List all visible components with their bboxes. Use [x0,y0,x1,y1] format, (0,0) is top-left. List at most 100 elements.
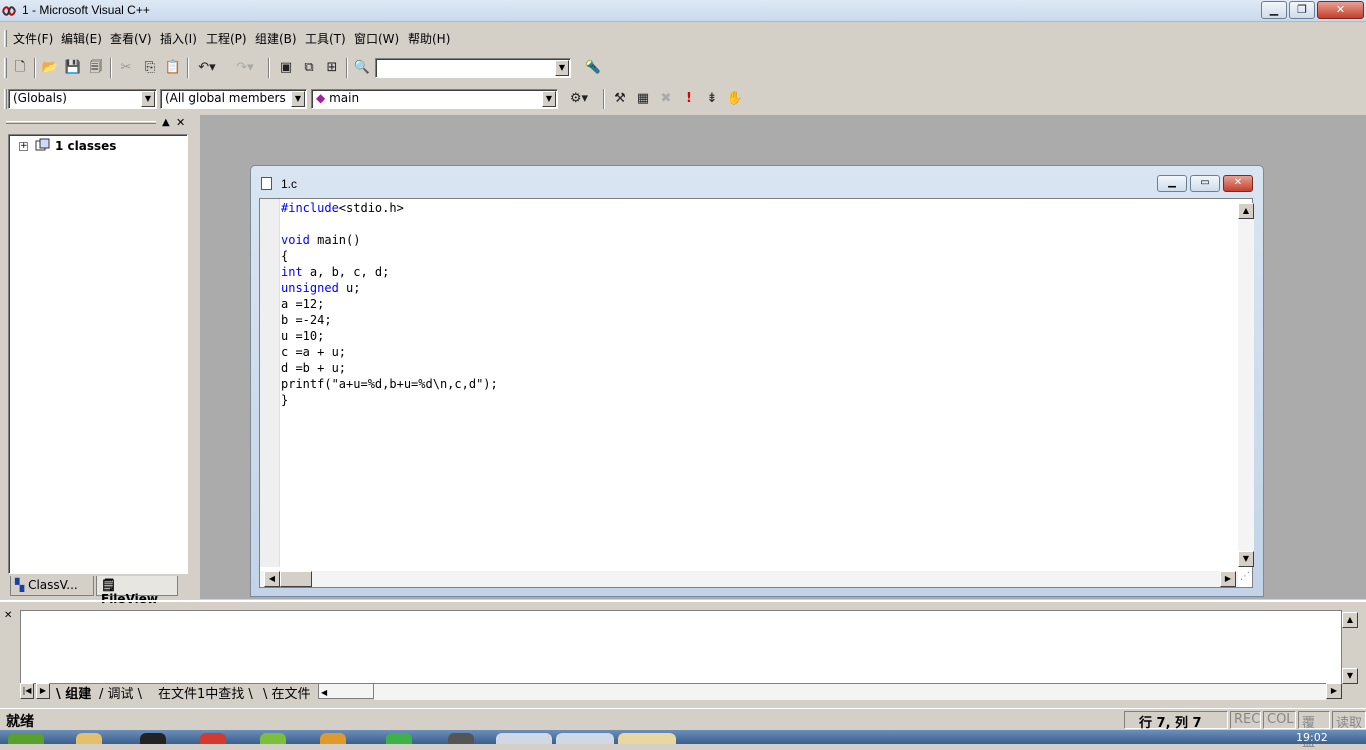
output-scroll-down-icon[interactable]: ▼ [1342,668,1358,684]
find-in-files-icon[interactable]: 🔍 [351,57,373,79]
output-tab-scroll-left-icon[interactable]: |◀ [20,683,34,699]
window-list-icon[interactable]: ⊞ [321,57,343,79]
child-minimize-button[interactable]: ▁ [1157,175,1187,192]
output-close-icon[interactable]: ✕ [4,610,12,621]
menu-help[interactable]: 帮助(H) [406,30,452,47]
close-button[interactable]: ✕ [1317,1,1364,19]
expand-icon[interactable]: + [19,142,28,151]
menu-grip[interactable] [4,30,7,47]
cut-icon[interactable]: ✂ [115,57,137,79]
output-tab-find1[interactable]: 在文件1中查找 \ [158,683,253,702]
output-window-icon[interactable]: ⧉ [298,57,320,79]
qq-icon[interactable] [140,733,166,744]
code-line[interactable]: int a, b, c, d; [281,264,498,280]
code-line[interactable]: void main() [281,232,498,248]
task-visual-cpp[interactable] [618,733,676,744]
code-line[interactable] [281,216,498,232]
output-tab-find2[interactable]: \ 在文件 [263,683,311,702]
vertical-scrollbar[interactable]: ▲ ▼ [1238,203,1254,567]
workspace-icon[interactable]: ▣ [275,57,297,79]
child-maximize-button[interactable]: ▭ [1190,175,1220,192]
app-icon[interactable] [320,733,346,744]
menu-window[interactable]: 窗口(W) [352,30,401,47]
execute-icon[interactable]: ! [678,88,700,110]
menu-project[interactable]: 工程(P) [204,30,249,47]
output-scroll-track[interactable] [374,684,1326,700]
redo-icon[interactable]: ↷▾ [230,57,260,79]
chevron-down-icon[interactable]: ▼ [141,91,155,107]
title-bar[interactable]: 1 - Microsoft Visual C++ ▁ ❐ ✕ [0,0,1366,22]
scroll-down-icon[interactable]: ▼ [1238,551,1254,567]
save-all-icon[interactable]: 🗐 [85,57,107,79]
child-close-button[interactable]: ✕ [1223,175,1253,192]
horizontal-scrollbar[interactable]: ◀ ▶ [260,571,1238,587]
chevron-down-icon[interactable]: ▼ [542,91,556,107]
chevron-down-icon[interactable]: ▼ [291,91,305,107]
task-office[interactable] [556,733,614,744]
output-tab-build[interactable]: \ 组建 [56,683,91,702]
minimize-button[interactable]: ▁ [1261,1,1287,19]
toolbar-grip[interactable] [4,58,7,78]
tab-fileview[interactable]: 🗒 FileView [96,576,178,606]
tab-classview[interactable]: ▚ ClassV... [10,576,94,596]
find-icon[interactable]: 🔦 [582,57,604,79]
chat-icon[interactable] [386,733,412,744]
class-scope-combo[interactable]: (Globals) ▼ [8,89,157,109]
new-file-icon[interactable]: 🗋 [9,57,31,79]
media-icon[interactable] [448,733,474,744]
maximize-button[interactable]: ❐ [1289,1,1315,19]
function-combo[interactable]: ◆ main ▼ [311,89,558,109]
code-line[interactable]: c =a + u; [281,344,498,360]
workspace-grip[interactable] [6,121,156,124]
horizontal-scroll-thumb[interactable] [280,571,312,587]
menu-insert[interactable]: 插入(I) [158,30,199,47]
scroll-up-icon[interactable]: ▲ [1238,203,1254,219]
menu-tools[interactable]: 工具(T) [303,30,348,47]
code-line[interactable]: b =-24; [281,312,498,328]
copy-icon[interactable]: ⎘ [139,57,161,79]
code-line[interactable]: u =10; [281,328,498,344]
task-browser[interactable] [496,733,552,744]
open-folder-icon[interactable]: 📂 [39,57,61,79]
scroll-left-icon[interactable]: ◀ [264,571,280,587]
code-line[interactable]: a =12; [281,296,498,312]
chevron-down-icon[interactable]: ▼ [555,60,569,76]
save-icon[interactable]: 💾 [62,57,84,79]
code-line[interactable]: } [281,392,498,408]
editor-gutter[interactable] [260,199,280,567]
start-button[interactable] [8,733,44,744]
code-line[interactable]: d =b + u; [281,360,498,376]
code-line[interactable]: printf("a+u=%d,b+u=%d\n,c,d"); [281,376,498,392]
paste-icon[interactable]: 📋 [162,57,184,79]
browser-icon[interactable] [200,733,226,744]
undo-icon[interactable]: ↶▾ [192,57,222,79]
output-tab-scroll-right-icon[interactable]: ▶ [36,683,50,699]
menu-view[interactable]: 查看(V) [108,30,154,47]
output-scroll-up-icon[interactable]: ▲ [1342,612,1358,628]
scroll-left-icon[interactable]: ◀ [319,688,327,697]
wizardbar-grip[interactable] [4,89,7,109]
compile-icon[interactable]: ⚒ [609,88,631,110]
menu-edit[interactable]: 编辑(E) [59,30,104,47]
scroll-right-icon[interactable]: ▶ [1220,571,1236,587]
class-tree[interactable]: + 1 classes [8,134,188,574]
menu-file[interactable]: 文件(F) [11,30,55,47]
tree-root-label[interactable]: 1 classes [55,139,116,153]
panel-close-icon[interactable]: ✕ [176,116,185,129]
resize-grip-icon[interactable]: ⋰ [1240,571,1250,582]
output-scroll-right-icon[interactable]: ▶ [1326,683,1342,699]
panel-maximize-icon[interactable]: ▲ [162,117,170,128]
output-horizontal-scrollbar[interactable]: ◀ [318,683,374,699]
folder-icon[interactable] [76,733,102,744]
stop-build-icon[interactable]: ✖ [655,88,677,110]
build-icon[interactable]: ▦ [632,88,654,110]
output-text[interactable] [20,610,1342,684]
output-tab-debug[interactable]: / 调试 \ [99,683,142,702]
code-editor[interactable]: #include<stdio.h> void main(){int a, b, c… [259,198,1254,588]
code-line[interactable]: { [281,248,498,264]
wizard-action-icon[interactable]: ⚙▾ [561,88,597,110]
source-code[interactable]: #include<stdio.h> void main(){int a, b, c… [281,200,498,408]
members-filter-combo[interactable]: (All global members ▼ [160,89,307,109]
code-line[interactable]: unsigned u; [281,280,498,296]
find-combo[interactable]: ▼ [375,58,571,78]
